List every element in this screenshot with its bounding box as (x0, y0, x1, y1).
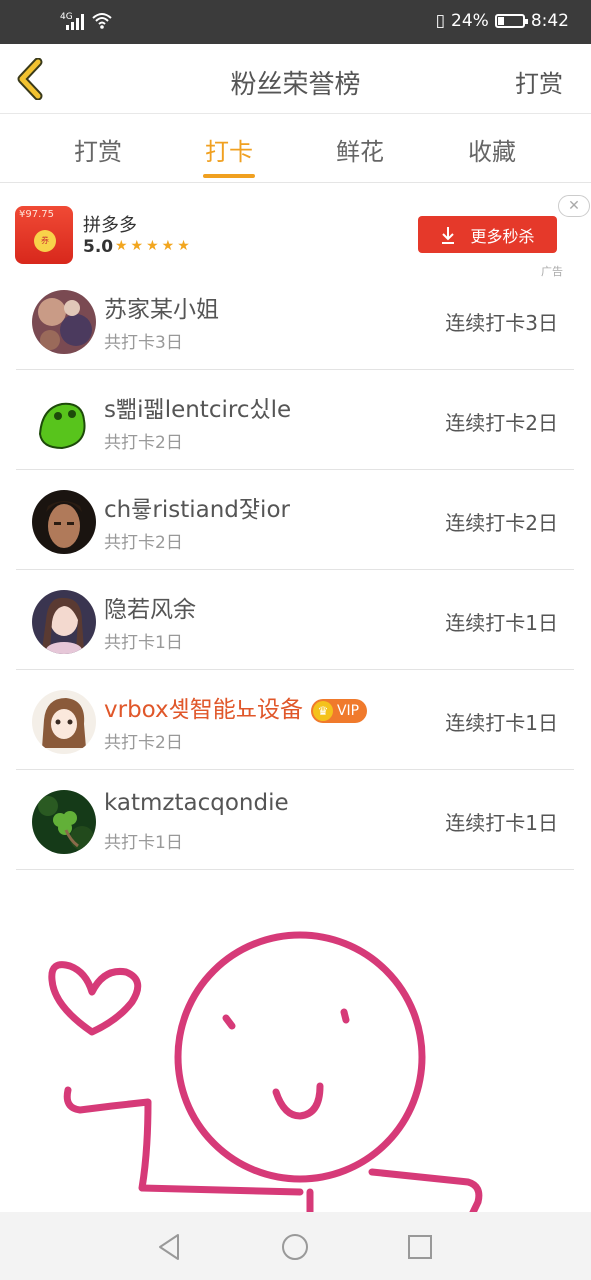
vibrate-icon: ▯ (435, 11, 446, 31)
ad-button-label: 更多秒杀 (470, 226, 535, 246)
avatar (32, 390, 96, 454)
clock: 8:42 (530, 11, 569, 31)
battery-percent: 24% (451, 11, 489, 31)
streak-checkins: 连续打卡1日 (445, 711, 558, 735)
list-item[interactable]: 隐若风余 共打卡1日 连续打卡1日 (16, 570, 574, 670)
user-name: 隐若风余 (104, 597, 196, 623)
eye-doodle-right (340, 1008, 350, 1024)
streak-checkins: 连续打卡3日 (445, 311, 558, 335)
vip-badge: ♛ VIP (310, 698, 368, 723)
total-checkins: 共打卡2日 (104, 733, 183, 753)
smile-doodle (272, 1082, 324, 1120)
signal-icon (66, 14, 84, 30)
crown-icon: ♛ (312, 700, 333, 721)
streak-checkins: 连续打卡2日 (445, 511, 558, 535)
ad-icon-price: ¥97.75 (19, 209, 54, 220)
user-name: katmztacqondie (104, 790, 289, 816)
active-tab-indicator (203, 174, 255, 178)
avatar (32, 290, 96, 354)
user-name: ch륳ristiand쟟ior (104, 497, 290, 523)
avatar (32, 790, 96, 854)
streak-checkins: 连续打卡2日 (445, 411, 558, 435)
total-checkins: 共打卡2日 (104, 533, 183, 553)
ad-app-name: 拼多多 (83, 215, 137, 236)
rating-stars: ★★★★★ (115, 238, 193, 254)
tab-checkin[interactable]: 打卡 (189, 132, 269, 167)
total-checkins: 共打卡1日 (104, 633, 183, 653)
ad-download-button[interactable]: 更多秒杀 (418, 216, 557, 253)
app-icon: ¥97.75 券 (15, 206, 73, 264)
total-checkins: 共打卡3日 (104, 333, 183, 353)
total-checkins: 共打卡2日 (104, 433, 183, 453)
checkin-list: 苏家某小姐 共打卡3日 连续打卡3日 s뾂i펣lentcirc싰le 共打卡2日… (16, 270, 574, 870)
page-title: 粉丝荣誉榜 (230, 70, 361, 100)
list-item[interactable]: vrbox솆智能뇨设备 ♛ VIP 共打卡2日 连续打卡1日 (16, 670, 574, 770)
avatar (32, 490, 96, 554)
streak-checkins: 连续打卡1日 (445, 611, 558, 635)
list-item[interactable]: s뾂i펣lentcirc싰le 共打卡2日 连续打卡2日 (16, 370, 574, 470)
user-name: 苏家某小姐 (104, 297, 219, 323)
face-doodle (174, 931, 426, 1183)
wifi-icon (92, 13, 112, 29)
user-name: s뾂i펣lentcirc싰le (104, 397, 292, 423)
ad-rating: 5.0 (83, 237, 114, 257)
streak-checkins: 连续打卡1日 (445, 811, 558, 835)
list-item[interactable]: ch륳ristiand쟟ior 共打卡2日 连续打卡2日 (16, 470, 574, 570)
battery-level (497, 17, 504, 25)
coupon-icon: 券 (34, 230, 56, 252)
heart-doodle (48, 961, 142, 1036)
tab-bar: 打赏 打卡 鲜花 收藏 (0, 114, 591, 183)
tab-reward[interactable]: 打赏 (58, 132, 138, 167)
back-nav-icon[interactable] (152, 1230, 186, 1264)
home-nav-icon[interactable] (278, 1230, 312, 1264)
avatar (32, 590, 96, 654)
battery-icon (494, 14, 528, 28)
close-icon[interactable]: ✕ (558, 195, 590, 217)
header: 粉丝荣誉榜 打赏 (0, 44, 591, 114)
eye-doodle-left (222, 1014, 236, 1030)
tab-flowers[interactable]: 鲜花 (320, 132, 400, 167)
tab-favorites[interactable]: 收藏 (452, 132, 532, 167)
download-icon (442, 226, 455, 244)
status-bar: 4G ▯ 24% 8:42 (0, 0, 591, 44)
vip-label: VIP (336, 702, 360, 719)
list-item[interactable]: katmztacqondie 共打卡1日 连续打卡1日 (16, 770, 574, 870)
recents-nav-icon[interactable] (403, 1230, 437, 1264)
ad-banner[interactable]: ¥97.75 券 拼多多 5.0 ★★★★★ 更多秒杀 ✕ 广告 (0, 195, 591, 280)
reward-button[interactable]: 打赏 (515, 64, 563, 99)
total-checkins: 共打卡1日 (104, 833, 183, 853)
list-item[interactable]: 苏家某小姐 共打卡3日 连续打卡3日 (16, 270, 574, 370)
user-name: vrbox솆智能뇨设备 ♛ VIP (104, 690, 368, 724)
system-nav-bar (0, 1212, 591, 1280)
avatar (32, 690, 96, 754)
user-name-text: vrbox솆智能뇨设备 (104, 697, 303, 723)
